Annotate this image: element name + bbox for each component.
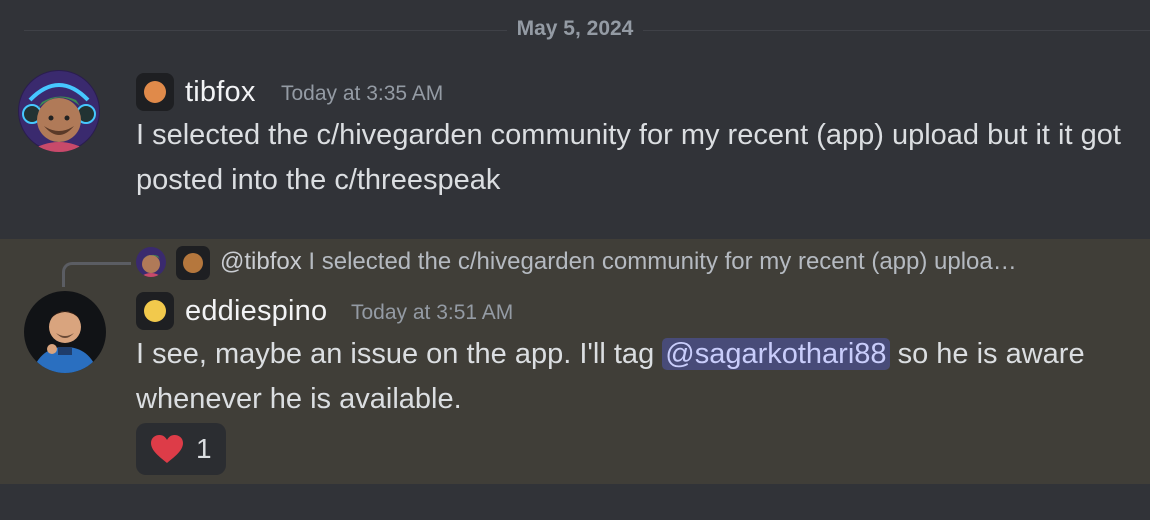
user-badge [136, 292, 174, 330]
avatar[interactable] [24, 291, 106, 373]
reply-connector [62, 262, 131, 287]
user-mention[interactable]: @sagarkothari88 [662, 338, 890, 370]
username[interactable]: tibfox [185, 76, 256, 109]
reply-username[interactable]: @tibfox [220, 248, 302, 275]
timestamp: Today at 3:51 AM [351, 301, 514, 324]
message-content: I see, maybe an issue on the app. I'll t… [136, 332, 1126, 422]
username[interactable]: eddiespino [185, 295, 327, 328]
reply-preview[interactable]: @tibfox I selected the c/hivegarden comm… [220, 248, 1120, 276]
reply-avatar[interactable] [136, 247, 166, 277]
heart-icon [151, 435, 183, 463]
message-item[interactable]: tibfox Today at 3:35 AM I selected the c… [0, 56, 1150, 240]
badge-dot-icon [144, 300, 166, 322]
message-text-before: I see, maybe an issue on the app. I'll t… [136, 338, 663, 370]
date-divider: May 5, 2024 [0, 17, 1150, 41]
badge-dot-icon [144, 81, 166, 103]
reply-user-badge [176, 246, 210, 280]
timestamp: Today at 3:35 AM [281, 82, 444, 105]
reaction-count: 1 [196, 433, 212, 464]
date-divider-line [24, 30, 1150, 31]
reply-snippet: I selected the c/hivegarden community fo… [308, 248, 1017, 275]
reply-badge-dot-icon [183, 253, 203, 273]
avatar[interactable] [18, 70, 100, 152]
user-badge [136, 73, 174, 111]
date-divider-label: May 5, 2024 [506, 17, 644, 40]
message-content: I selected the c/hivegarden community fo… [136, 119, 1121, 196]
reaction-button[interactable]: 1 [136, 423, 226, 475]
